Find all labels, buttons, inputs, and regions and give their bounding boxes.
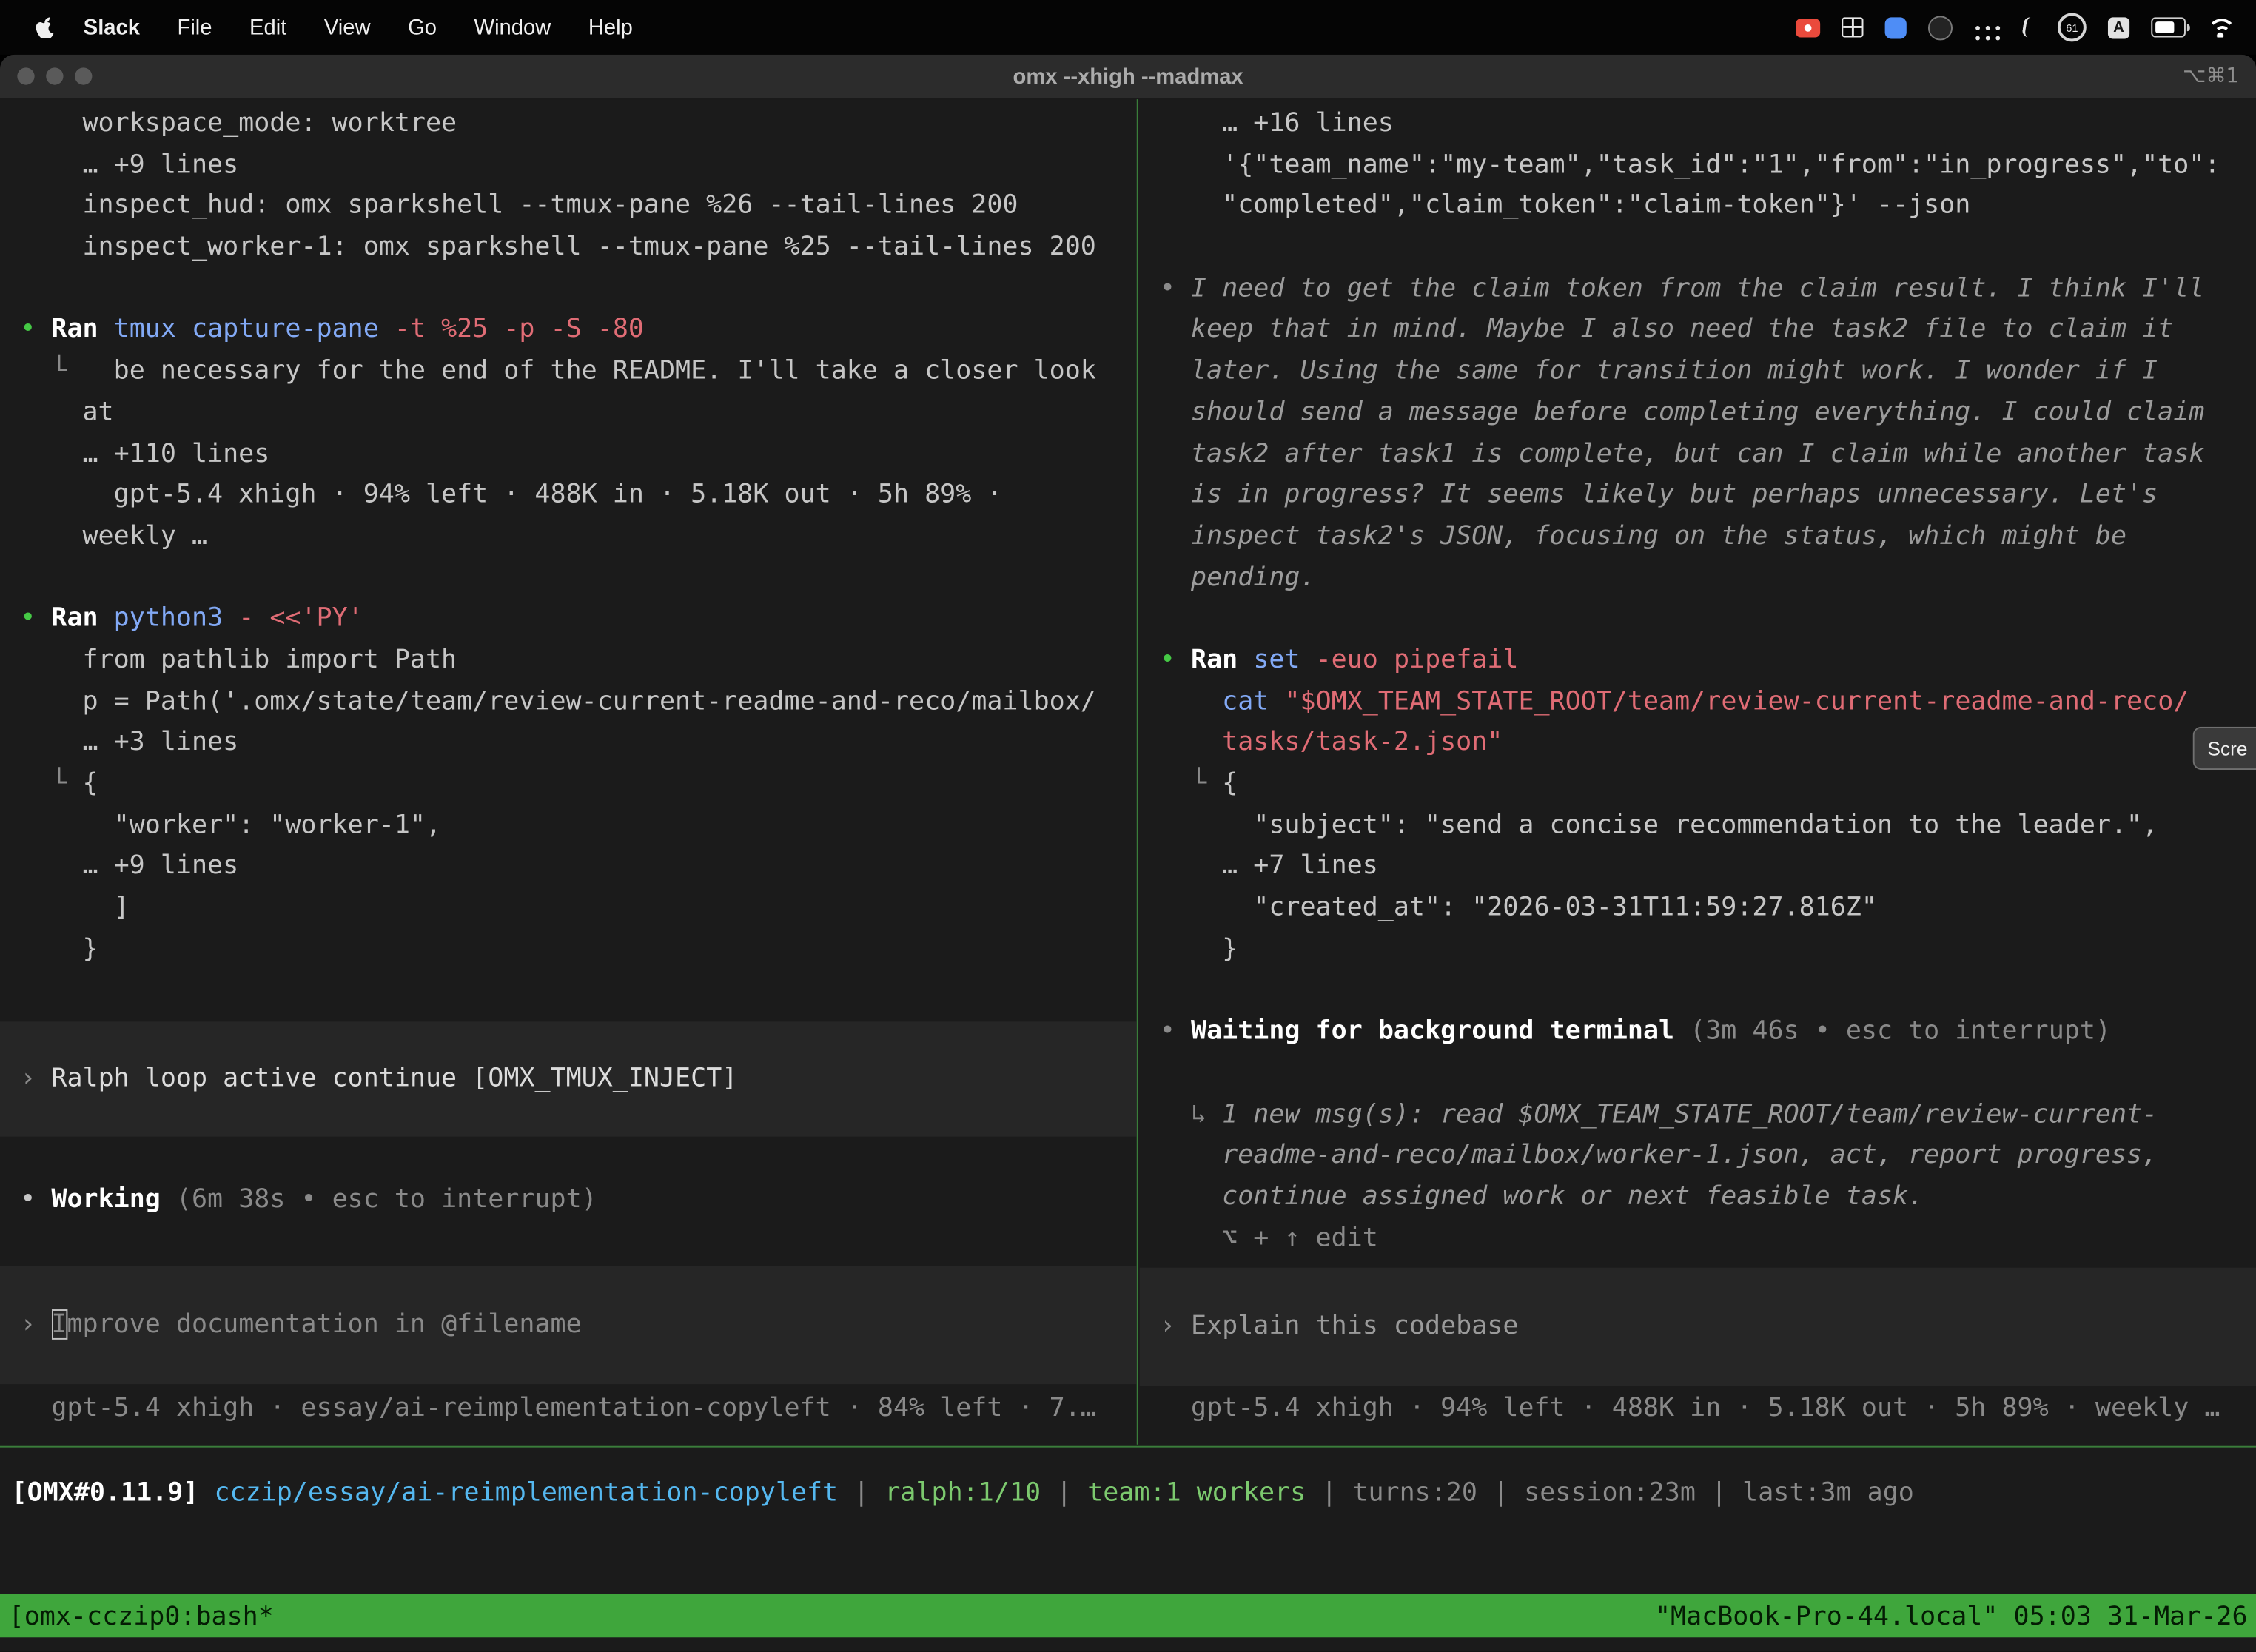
clip-icon[interactable] [2021,16,2038,38]
pane-status-line: gpt-5.4 xhigh · 94% left · 488K in · 5.1… [1140,1389,2256,1430]
terminal-line: } [0,929,1137,970]
input-source-icon[interactable]: A [2108,16,2129,38]
terminal-line [1140,227,2256,269]
terminal-pane-bottom[interactable]: [OMX#0.11.9] cczip/essay/ai-reimplementa… [0,1448,2256,1596]
terminal-line: p = Path('.omx/state/team/review-current… [0,682,1137,723]
terminal-line: … +9 lines [0,847,1137,888]
screenshot-overlay-chip[interactable]: Scre [2193,727,2256,770]
omx-status-line: [OMX#0.11.9] cczip/essay/ai-reimplementa… [0,1448,2256,1514]
terminal-line: "created_at": "2026-03-31T11:59:27.816Z" [1140,888,2256,930]
terminal-line: should send a message before completing … [1140,392,2256,434]
terminal-line: • Ran python3 - <<'PY' [0,599,1137,640]
terminal-line [0,269,1137,310]
terminal-line: • Waiting for background terminal (3m 46… [1140,1012,2256,1053]
terminal-line: └ be necessary for the end of the README… [0,352,1137,393]
ralph-loop-banner: › Ralph loop active continue [OMX_TMUX_I… [0,1022,1137,1138]
menu-bar-status-icons: 61 A [1796,13,2256,41]
terminal-line: '{"team_name":"my-team","task_id":"1","f… [1140,145,2256,187]
pane-status-line: gpt-5.4 xhigh · essay/ai-reimplementatio… [0,1389,1137,1430]
menu-item-go[interactable]: Go [389,15,455,39]
tmux-session-indicator: [omx-cczip0:bash* [9,1601,274,1631]
terminal-line: keep that in mind. Maybe I also need the… [1140,310,2256,352]
terminal-line: "subject": "send a concise recommendatio… [1140,805,2256,847]
terminal-line: gpt-5.4 xhigh · 94% left · 488K in · 5.1… [0,475,1137,517]
terminal-line: • Ran tmux capture-pane -t %25 -p -S -80 [0,310,1137,352]
prompt-input[interactable]: › Improve documentation in @filename [0,1266,1137,1384]
terminal-line: … +9 lines [0,145,1137,187]
terminal-line: readme-and-reco/mailbox/worker-1.json, a… [1140,1135,2256,1177]
raycast-icon[interactable] [1885,16,1907,38]
terminal-content: workspace_mode: worktree … +9 lines insp… [0,99,2256,1652]
apple-menu[interactable] [35,15,56,39]
terminal-line: • Ran set -euo pipefail [1140,640,2256,682]
macos-menu-bar: SlackFileEditViewGoWindowHelp 61 A [0,0,2256,55]
menu-item-help[interactable]: Help [570,15,652,39]
terminal-line: is in progress? It seems likely but perh… [1140,475,2256,517]
terminal-line: └ { [1140,764,2256,805]
terminal-line: at [0,392,1137,434]
battery-icon[interactable] [2151,18,2186,37]
terminal-line: weekly … [0,517,1137,558]
window-shortcut-hint: ⌥⌘1 [2183,64,2239,87]
prompt-input[interactable]: › Explain this codebase [1140,1268,2256,1386]
menu-item-window[interactable]: Window [455,15,569,39]
menu-item-edit[interactable]: Edit [231,15,306,39]
battery-circle-icon[interactable]: 61 [2058,13,2087,41]
terminal-line: └ { [0,764,1137,805]
terminal-line: cat "$OMX_TEAM_STATE_ROOT/team/review-cu… [1140,682,2256,723]
terminal-line: "worker": "worker-1", [0,805,1137,847]
terminal-line: inspect task2's JSON, focusing on the st… [1140,517,2256,558]
terminal-line: "completed","claim_token":"claim-token"}… [1140,187,2256,228]
screenshot-overlay-label: Scre [2208,737,2248,759]
terminal-line: ⌥ + ↑ edit [1140,1218,2256,1260]
terminal-line: from pathlib import Path [0,640,1137,682]
menu-item-view[interactable]: View [306,15,389,39]
terminal-line: tasks/task-2.json" [1140,722,2256,764]
terminal-line: pending. [1140,557,2256,599]
dots-grid-icon[interactable] [1975,25,1980,30]
terminal-pane-right[interactable]: … +16 lines '{"team_name":"my-team","tas… [1140,99,2256,1445]
terminal-line [1140,970,2256,1012]
menu-item-file[interactable]: File [158,15,231,39]
ghost-app-icon[interactable] [1928,15,1953,39]
wifi-icon[interactable] [2207,17,2233,37]
terminal-line [1140,1053,2256,1095]
terminal-line: ↳ 1 new msg(s): read $OMX_TEAM_STATE_ROO… [1140,1094,2256,1135]
terminal-line: continue assigned work or next feasible … [1140,1177,2256,1218]
working-status: • Working (6m 38s • esc to interrupt) [0,1181,1137,1222]
terminal-pane-left[interactable]: workspace_mode: worktree … +9 lines insp… [0,99,1138,1445]
apple-icon [35,15,56,39]
terminal-line: inspect_worker-1: omx sparkshell --tmux-… [0,227,1137,269]
terminal-line: … +110 lines [0,434,1137,475]
terminal-line [0,557,1137,599]
menu-item-slack[interactable]: Slack [64,15,158,39]
app-grid-icon[interactable] [1842,17,1863,37]
screen-recording-icon[interactable] [1796,18,1820,36]
terminal-line: › Improve documentation in @filename [0,1305,1137,1346]
terminal-line: workspace_mode: worktree [0,104,1137,145]
terminal-line: inspect_hud: omx sparkshell --tmux-pane … [0,187,1137,228]
window-title: omx --xhigh --madmax [0,64,2256,89]
terminal-line [1140,599,2256,640]
tmux-status-bar: [omx-cczip0:bash* "MacBook-Pro-44.local"… [0,1594,2256,1637]
terminal-line: … +16 lines [1140,104,2256,145]
tmux-host-clock: "MacBook-Pro-44.local" 05:03 31-Mar-26 [1655,1601,2248,1631]
terminal-line: later. Using the same for transition mig… [1140,352,2256,393]
terminal-line: › Ralph loop active continue [OMX_TMUX_I… [0,1059,1137,1101]
terminal-line: ] [0,888,1137,930]
terminal-line: task2 after task1 is complete, but can I… [1140,434,2256,475]
terminal-line: } [1140,929,2256,970]
screen: SlackFileEditViewGoWindowHelp 61 A omx --… [0,0,2256,1652]
terminal-window: omx --xhigh --madmax ⌥⌘1 workspace_mode:… [0,55,2256,1652]
terminal-line: › Explain this codebase [1140,1306,2256,1348]
terminal-line: … +3 lines [0,722,1137,764]
terminal-line: • I need to get the claim token from the… [1140,269,2256,310]
window-title-bar[interactable]: omx --xhigh --madmax ⌥⌘1 [0,55,2256,99]
terminal-line: … +7 lines [1140,847,2256,888]
